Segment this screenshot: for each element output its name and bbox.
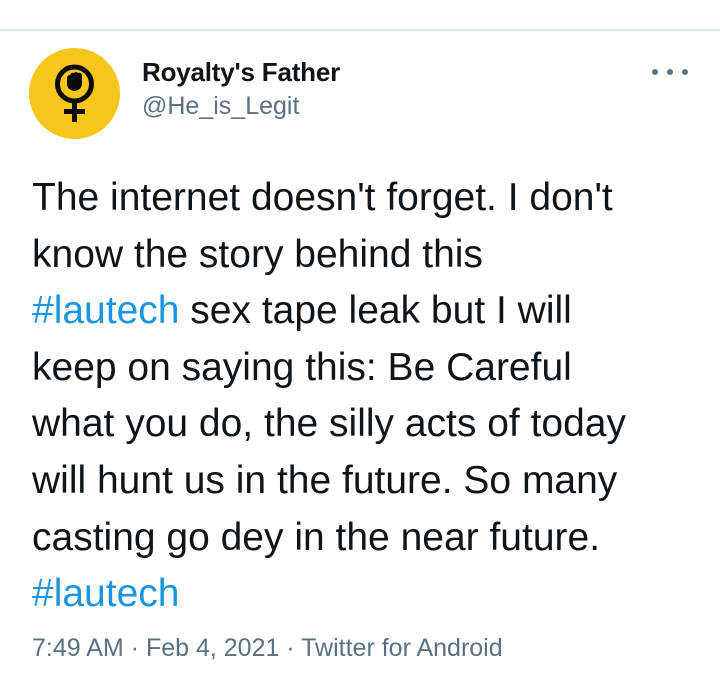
- meta-separator: ·: [123, 634, 146, 662]
- tweet-meta: 7:49 AM · Feb 4, 2021 · Twitter for Andr…: [32, 634, 503, 663]
- tweet-line: will hunt us in the future. So many: [32, 453, 702, 510]
- tweet-text-segment: will hunt us in the future. So many: [32, 458, 618, 502]
- tweet-line: #lautech sex tape leak but I will: [32, 283, 702, 340]
- tweet-line: The internet doesn't forget. I don't: [32, 170, 702, 227]
- tweet-line: #lautech: [32, 566, 702, 623]
- tweet-text-segment: sex tape leak but I will: [179, 289, 572, 333]
- more-horizontal-icon-dot: [682, 69, 688, 75]
- more-options-button[interactable]: [652, 62, 688, 82]
- top-divider: [0, 29, 720, 31]
- more-horizontal-icon-dot: [667, 69, 673, 75]
- tweet-source[interactable]: Twitter for Android: [301, 634, 502, 662]
- tweet-line: what you do, the silly acts of today: [32, 396, 702, 453]
- author-display-name[interactable]: Royalty's Father: [142, 57, 340, 88]
- tweet-text-segment: The internet doesn't forget. I don't: [32, 176, 613, 219]
- tweet-line: casting go dey in the near future.: [32, 510, 702, 567]
- tweet-text-segment: casting go dey in the near future.: [32, 515, 601, 559]
- avatar[interactable]: [29, 48, 120, 139]
- hashtag-link[interactable]: #lautech: [32, 572, 179, 615]
- tweet-text-segment: what you do, the silly acts of today: [32, 402, 626, 446]
- raised-fist-venus-symbol-icon: [55, 64, 94, 122]
- tweet-time[interactable]: 7:49 AM: [32, 634, 124, 662]
- author-handle[interactable]: @He_is_Legit: [142, 92, 299, 121]
- tweet-text-segment: know the story behind this: [32, 232, 483, 276]
- tweet-date[interactable]: Feb 4, 2021: [146, 634, 279, 662]
- more-horizontal-icon-dot: [652, 69, 658, 75]
- tweet-text-segment: keep on saying this: Be Careful: [32, 345, 572, 389]
- tweet-text: The internet doesn't forget. I don't kno…: [32, 170, 702, 623]
- hashtag-link[interactable]: #lautech: [32, 289, 179, 332]
- tweet-line: keep on saying this: Be Careful: [32, 340, 702, 397]
- tweet-line: know the story behind this: [32, 227, 702, 284]
- meta-separator: ·: [279, 634, 302, 662]
